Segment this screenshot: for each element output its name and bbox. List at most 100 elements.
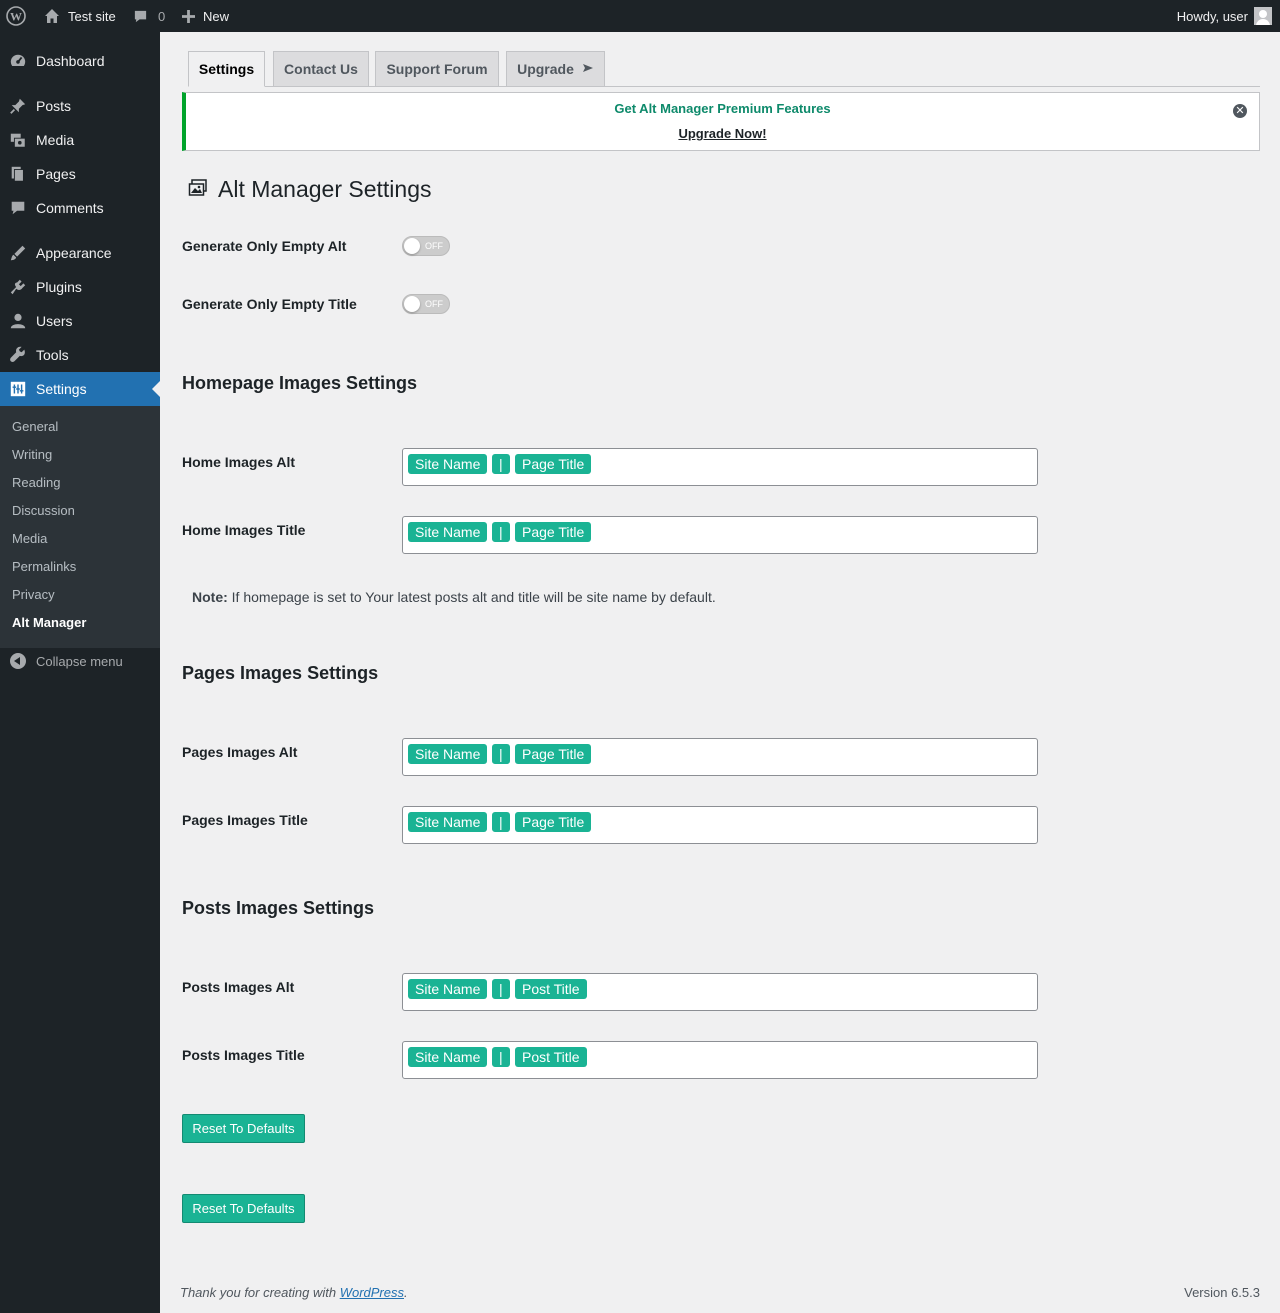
home-images-title-label: Home Images Title bbox=[182, 522, 306, 538]
reset-to-defaults-button-bottom[interactable]: Reset To Defaults bbox=[182, 1194, 305, 1223]
tag-site-name[interactable]: Site Name bbox=[408, 1047, 488, 1067]
submenu-item-permalinks[interactable]: Permalinks bbox=[12, 559, 76, 574]
tag-separator[interactable]: | bbox=[492, 744, 510, 764]
tag-site-name[interactable]: Site Name bbox=[408, 454, 488, 474]
sidebar-item-plugins[interactable]: Plugins bbox=[0, 270, 160, 304]
sidebar-item-comments[interactable]: Comments bbox=[0, 191, 160, 225]
arrow-right-icon bbox=[582, 61, 594, 77]
tag-separator[interactable]: | bbox=[492, 979, 510, 999]
close-icon[interactable]: ✕ bbox=[1233, 104, 1247, 118]
tag-post-title[interactable]: Post Title bbox=[515, 979, 587, 999]
sidebar-item-appearance[interactable]: Appearance bbox=[0, 236, 160, 270]
home-images-alt-field[interactable]: Site Name | Page Title bbox=[402, 448, 1038, 486]
brush-icon bbox=[8, 243, 28, 263]
posts-section-title: Posts Images Settings bbox=[182, 898, 375, 918]
plus-icon bbox=[182, 9, 195, 23]
comments-link[interactable]: 0 bbox=[133, 0, 165, 32]
sidebar-item-pages[interactable]: Pages bbox=[0, 157, 160, 191]
footer-thanks-suffix: . bbox=[404, 1285, 408, 1300]
sidebar-item-label: Settings bbox=[36, 381, 87, 397]
reset-to-defaults-button[interactable]: Reset To Defaults bbox=[182, 1114, 305, 1143]
wordpress-link[interactable]: WordPress bbox=[340, 1285, 404, 1300]
pin-icon bbox=[8, 96, 28, 116]
tag-page-title[interactable]: Page Title bbox=[515, 522, 592, 542]
pages-images-title-field[interactable]: Site Name | Page Title bbox=[402, 806, 1038, 844]
images-icon bbox=[188, 178, 208, 201]
site-name-link[interactable]: Test site bbox=[44, 0, 116, 32]
notice-title: Get Alt Manager Premium Features bbox=[614, 101, 831, 116]
sidebar-item-media[interactable]: Media bbox=[0, 123, 160, 157]
tab-settings[interactable]: Settings bbox=[188, 51, 265, 87]
collapse-arrow-icon bbox=[10, 653, 26, 669]
site-name-label: Test site bbox=[68, 8, 116, 24]
page-heading: Alt Manager Settings bbox=[188, 176, 432, 203]
wordpress-logo-icon[interactable]: W bbox=[6, 0, 28, 32]
generate-empty-title-toggle[interactable]: OFF bbox=[402, 294, 450, 314]
submenu-item-discussion[interactable]: Discussion bbox=[12, 503, 75, 518]
media-icon bbox=[8, 130, 28, 150]
toggle-knob bbox=[404, 238, 420, 254]
user-icon bbox=[8, 311, 28, 331]
dashboard-icon bbox=[8, 51, 28, 71]
wrench-icon bbox=[8, 345, 28, 365]
svg-text:W: W bbox=[10, 10, 22, 24]
submenu-item-privacy[interactable]: Privacy bbox=[12, 587, 55, 602]
tag-site-name[interactable]: Site Name bbox=[408, 522, 488, 542]
sidebar-item-label: Pages bbox=[36, 166, 76, 182]
sidebar-item-posts[interactable]: Posts bbox=[0, 89, 160, 123]
howdy-label: Howdy, user bbox=[1176, 8, 1248, 24]
comment-icon bbox=[133, 9, 148, 24]
tag-page-title[interactable]: Page Title bbox=[515, 812, 592, 832]
sidebar-item-settings[interactable]: Settings bbox=[0, 372, 160, 406]
account-menu[interactable]: Howdy, user bbox=[1177, 0, 1272, 32]
tab-upgrade[interactable]: Upgrade bbox=[506, 51, 605, 87]
home-images-title-field[interactable]: Site Name | Page Title bbox=[402, 516, 1038, 554]
page-title: Alt Manager Settings bbox=[218, 176, 432, 202]
sidebar-item-label: Media bbox=[36, 132, 75, 148]
submenu-item-writing[interactable]: Writing bbox=[12, 447, 52, 462]
posts-images-title-field[interactable]: Site Name | Post Title bbox=[402, 1041, 1038, 1079]
tag-separator[interactable]: | bbox=[492, 1047, 510, 1067]
pages-images-alt-field[interactable]: Site Name | Page Title bbox=[402, 738, 1038, 776]
tag-page-title[interactable]: Page Title bbox=[515, 744, 592, 764]
sidebar-item-dashboard[interactable]: Dashboard bbox=[0, 44, 160, 78]
tab-contact-us[interactable]: Contact Us bbox=[273, 51, 369, 87]
tab-label: Contact Us bbox=[284, 61, 358, 77]
submenu-item-reading[interactable]: Reading bbox=[12, 475, 60, 490]
submenu-item-alt-manager[interactable]: Alt Manager bbox=[12, 615, 86, 630]
avatar bbox=[1254, 7, 1272, 25]
settings-submenu: General Writing Reading Discussion Media… bbox=[0, 406, 160, 648]
plug-icon bbox=[8, 277, 28, 297]
posts-images-alt-field[interactable]: Site Name | Post Title bbox=[402, 973, 1038, 1011]
tab-support-forum[interactable]: Support Forum bbox=[375, 51, 499, 87]
comments-count: 0 bbox=[158, 8, 166, 24]
generate-empty-alt-toggle[interactable]: OFF bbox=[402, 236, 450, 256]
pages-images-title-label: Pages Images Title bbox=[182, 812, 308, 828]
tab-label: Support Forum bbox=[386, 61, 488, 77]
submenu-item-media[interactable]: Media bbox=[12, 531, 47, 546]
toggle-state: OFF bbox=[425, 299, 443, 309]
upgrade-now-link[interactable]: Upgrade Now! bbox=[186, 126, 1259, 141]
tag-separator[interactable]: | bbox=[492, 454, 510, 474]
tag-site-name[interactable]: Site Name bbox=[408, 744, 488, 764]
collapse-menu-button[interactable]: Collapse menu bbox=[0, 648, 123, 674]
tag-separator[interactable]: | bbox=[492, 812, 510, 832]
sidebar-item-tools[interactable]: Tools bbox=[0, 338, 160, 372]
submenu-item-general[interactable]: General bbox=[12, 419, 58, 434]
tag-site-name[interactable]: Site Name bbox=[408, 812, 488, 832]
tag-separator[interactable]: | bbox=[492, 522, 510, 542]
new-label: New bbox=[203, 8, 230, 24]
tag-post-title[interactable]: Post Title bbox=[515, 1047, 587, 1067]
tag-page-title[interactable]: Page Title bbox=[515, 454, 592, 474]
sidebar-item-label: Dashboard bbox=[36, 53, 105, 69]
toggle-state: OFF bbox=[425, 241, 443, 251]
tag-site-name[interactable]: Site Name bbox=[408, 979, 488, 999]
pages-images-alt-label: Pages Images Alt bbox=[182, 744, 298, 760]
admin-sidebar: Dashboard Posts Media Pages Comments App… bbox=[0, 32, 160, 1313]
note-label: Note: bbox=[192, 589, 228, 605]
homepage-note: Note: If homepage is set to Your latest … bbox=[192, 589, 716, 605]
footer-thanks-text: Thank you for creating with bbox=[180, 1285, 340, 1300]
sidebar-item-users[interactable]: Users bbox=[0, 304, 160, 338]
note-text: If homepage is set to Your latest posts … bbox=[227, 589, 716, 605]
new-content-link[interactable]: New bbox=[182, 0, 229, 32]
